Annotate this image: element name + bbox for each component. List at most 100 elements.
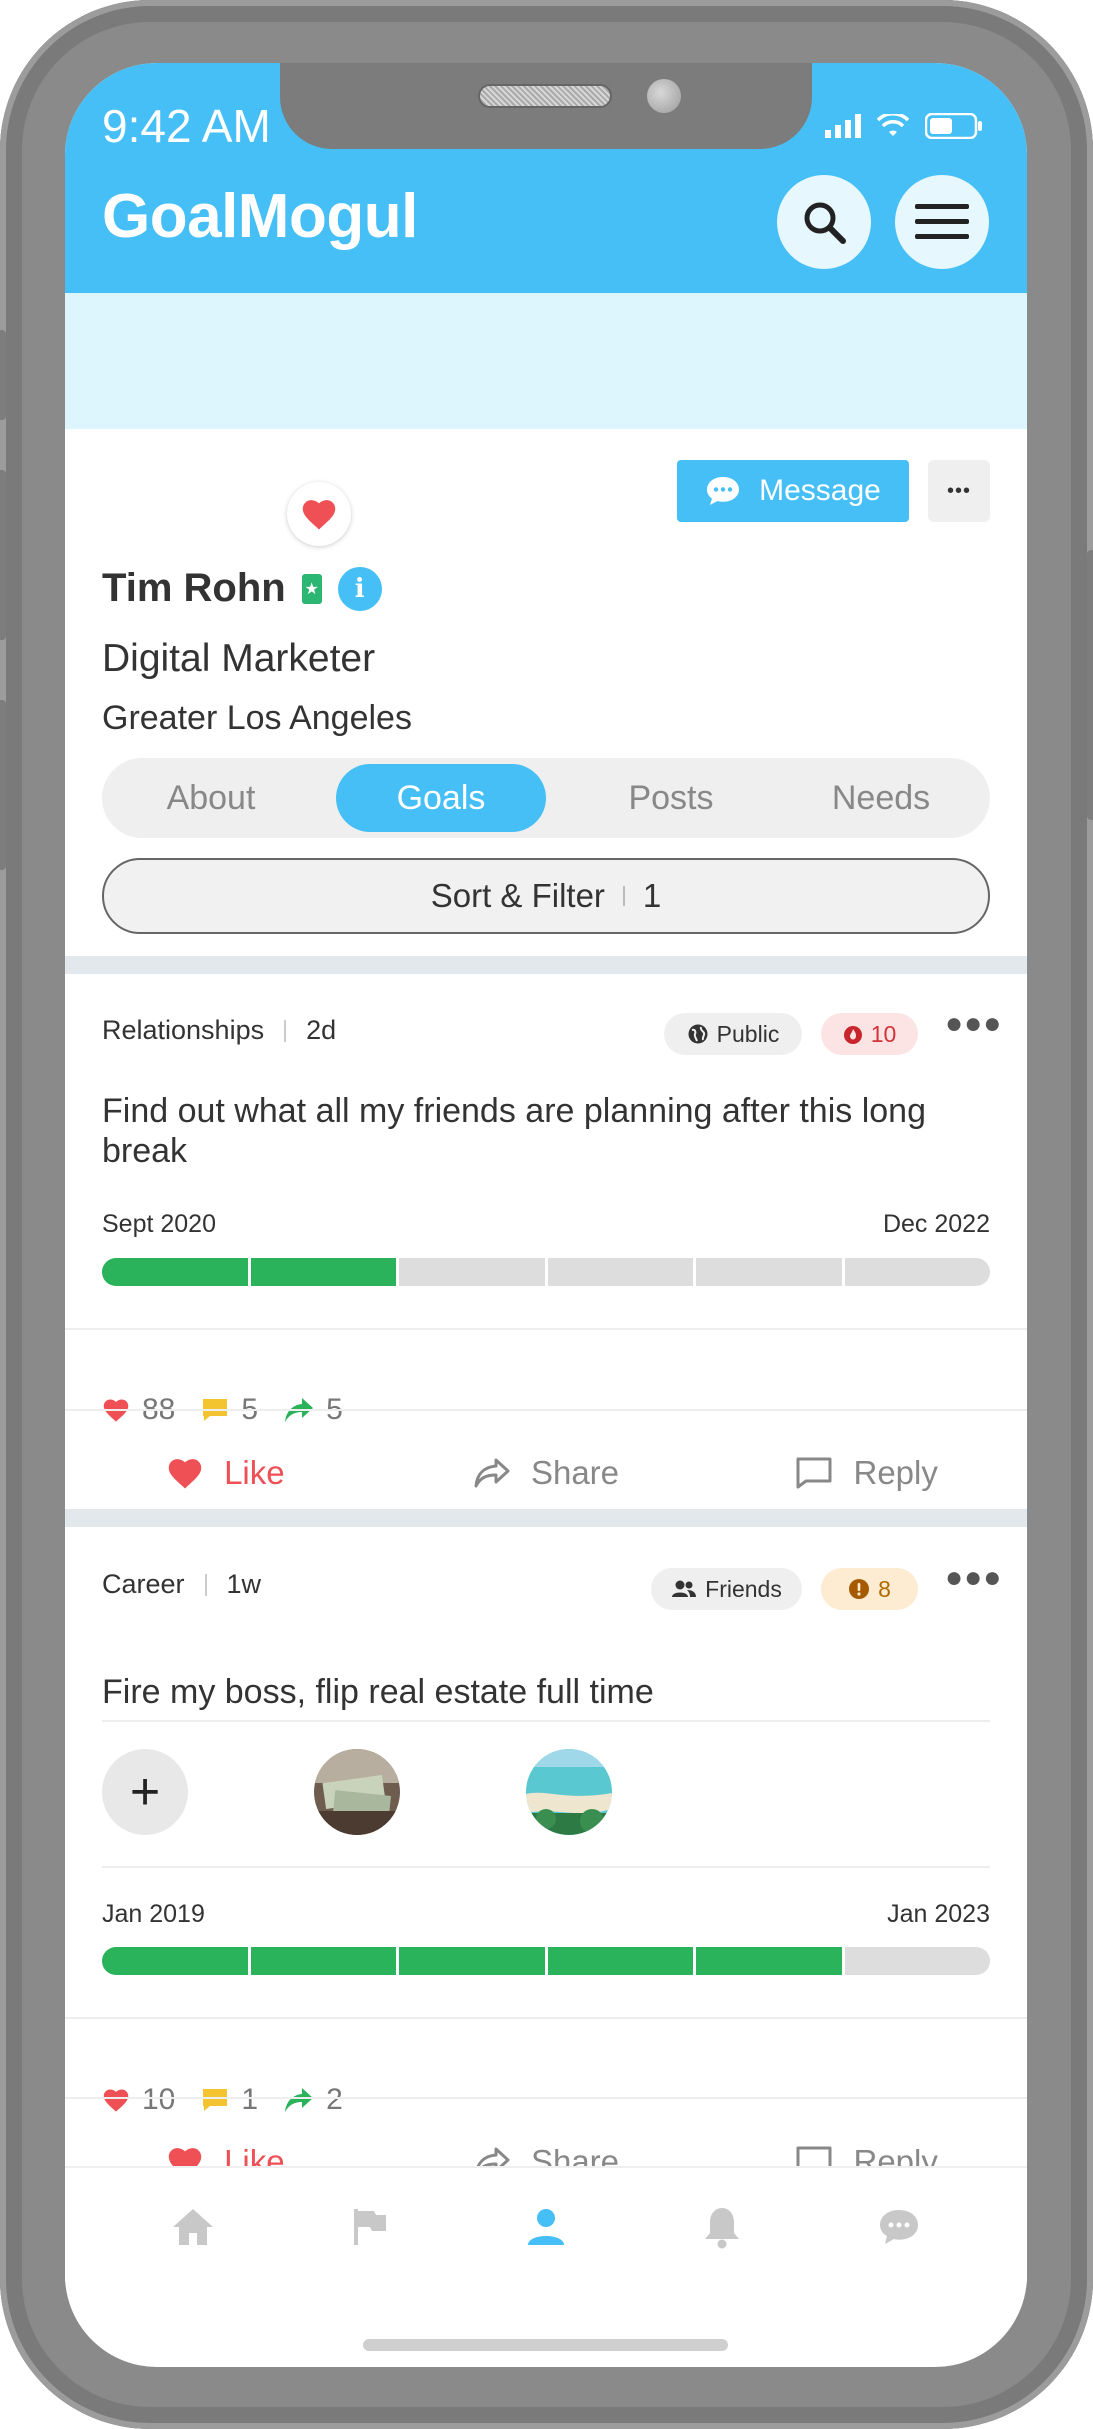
goal-end-date: Jan 2023 xyxy=(887,1900,990,1928)
heart-icon xyxy=(168,1459,202,1489)
tab-needs[interactable]: Needs xyxy=(776,764,986,832)
signal-icon xyxy=(825,114,861,138)
priority-value: 10 xyxy=(870,1020,897,1047)
search-icon xyxy=(804,202,846,244)
home-indicator xyxy=(363,2339,728,2351)
goal-more-button[interactable]: ●●● xyxy=(945,1007,1002,1041)
goal-progress-bar xyxy=(102,1258,990,1286)
goal-category: Relationships xyxy=(102,1015,265,1045)
plus-icon: + xyxy=(129,1763,161,1821)
status-time: 9:42 AM xyxy=(102,100,271,152)
goal-age: 1w xyxy=(226,1569,262,1599)
reply-button[interactable]: Reply xyxy=(706,1454,1027,1492)
reply-icon xyxy=(796,1457,832,1489)
wifi-icon xyxy=(877,114,909,136)
app-logo: GoalMogul xyxy=(102,182,418,251)
tab-posts[interactable]: Posts xyxy=(566,764,776,832)
money-photo-icon xyxy=(314,1749,400,1835)
card-divider xyxy=(65,2017,1027,2019)
progress-segment xyxy=(845,1258,991,1286)
sort-filter-label: Sort & Filter xyxy=(430,877,605,914)
separator xyxy=(622,886,625,906)
privacy-pill: Friends xyxy=(651,1568,802,1610)
goal-title[interactable]: Fire my boss, flip real estate full time xyxy=(102,1672,990,1712)
message-label: Message xyxy=(759,474,881,507)
progress-segment xyxy=(399,1947,548,1975)
like-button[interactable]: Like xyxy=(65,1454,386,1492)
comment-icon xyxy=(203,2089,228,2111)
privacy-label: Public xyxy=(716,1020,780,1047)
front-camera xyxy=(647,79,681,113)
cover-photo xyxy=(65,293,1027,429)
section-divider xyxy=(65,956,1027,974)
goal-end-date: Dec 2022 xyxy=(882,1210,990,1238)
mute-switch xyxy=(0,330,6,420)
volume-up-button xyxy=(0,470,6,640)
goal-actions: Like Share Reply xyxy=(65,1423,1027,1523)
favorite-badge[interactable] xyxy=(287,482,351,546)
beach-photo-icon xyxy=(526,1749,612,1835)
share-icon xyxy=(474,1458,510,1488)
card-divider xyxy=(65,1409,1027,1411)
phone-frame: 9:42 AM GoalMogul Message ••• Tim Rohn ★… xyxy=(0,0,1093,2429)
share-label: Share xyxy=(530,1454,620,1491)
nav-home[interactable] xyxy=(153,2207,233,2247)
search-button[interactable] xyxy=(777,175,871,269)
goal-more-button[interactable]: ●●● xyxy=(945,1561,1002,1595)
message-button[interactable]: Message xyxy=(677,460,909,522)
priority-pill: 8 xyxy=(821,1568,918,1610)
sort-filter-count: 1 xyxy=(642,877,662,914)
tab-about[interactable]: About xyxy=(106,764,316,832)
goal-media-thumbnail[interactable] xyxy=(314,1749,400,1835)
add-media-button[interactable]: + xyxy=(102,1749,188,1835)
fire-icon xyxy=(843,1026,862,1044)
profile-more-button[interactable]: ••• xyxy=(928,460,990,522)
card-divider xyxy=(102,1866,990,1868)
profile-tabs: About Goals Posts Needs xyxy=(102,758,990,838)
sort-filter-button[interactable]: Sort & Filter 1 xyxy=(102,858,990,934)
friends-icon xyxy=(672,1580,697,1597)
chat-icon xyxy=(879,2210,918,2244)
section-divider xyxy=(65,1509,1027,1527)
menu-button[interactable] xyxy=(895,175,989,269)
info-icon[interactable]: i xyxy=(337,566,382,611)
chat-bubble-icon xyxy=(707,477,740,505)
alert-icon xyxy=(849,1579,870,1599)
home-icon xyxy=(173,2209,214,2245)
speaker-grille xyxy=(478,84,612,108)
separator xyxy=(284,1019,287,1042)
goal-start-date: Sept 2020 xyxy=(102,1210,216,1238)
nav-profile[interactable] xyxy=(506,2207,586,2247)
progress-segment xyxy=(547,1947,696,1975)
more-dots-icon: ••• xyxy=(946,479,971,502)
heart-icon xyxy=(302,500,336,530)
verified-badge-icon: ★ xyxy=(301,573,322,604)
volume-down-button xyxy=(0,700,6,870)
card-divider xyxy=(65,2097,1027,2099)
bottom-nav xyxy=(65,2166,1027,2286)
separator xyxy=(204,1573,207,1596)
share-arrow-icon xyxy=(285,2088,314,2112)
card-divider xyxy=(65,1328,1027,1330)
goal-progress-bar xyxy=(102,1947,990,1975)
card-divider xyxy=(102,1720,990,1722)
goal-title[interactable]: Find out what all my friends are plannin… xyxy=(102,1091,990,1171)
app-header: GoalMogul xyxy=(65,151,1027,293)
goal-age: 2d xyxy=(306,1015,337,1045)
progress-segment xyxy=(399,1258,548,1286)
goal-meta: Relationships 2d xyxy=(102,1015,336,1046)
progress-segment xyxy=(102,1258,251,1286)
nav-notifications[interactable] xyxy=(682,2205,762,2249)
tab-goals[interactable]: Goals xyxy=(336,764,546,832)
share-button[interactable]: Share xyxy=(386,1454,707,1492)
goal-media-thumbnail[interactable] xyxy=(526,1749,612,1835)
bell-icon xyxy=(705,2208,740,2249)
goal-category: Career xyxy=(102,1569,185,1599)
power-button xyxy=(1087,550,1093,820)
progress-segment xyxy=(250,1258,399,1286)
nav-chat[interactable] xyxy=(859,2207,939,2247)
priority-pill: 10 xyxy=(821,1013,918,1055)
nav-goals[interactable] xyxy=(330,2207,410,2247)
progress-segment xyxy=(102,1947,251,1975)
profile-name-row: Tim Rohn ★ i xyxy=(102,566,382,611)
